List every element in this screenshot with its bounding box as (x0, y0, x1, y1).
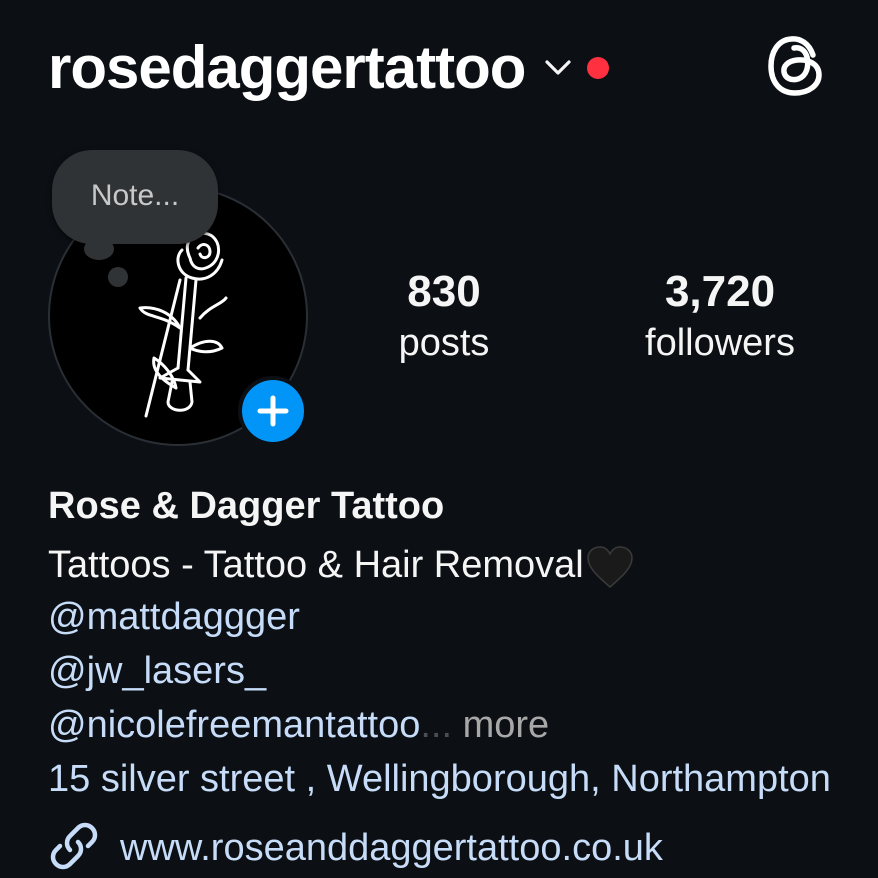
mention-link-3[interactable]: @nicolefreemantattoo (48, 704, 420, 746)
followers-count: 3,720 (664, 267, 776, 316)
note-tail-dot-small (108, 267, 128, 287)
posts-stat[interactable]: 830 posts (376, 267, 512, 364)
username-switcher[interactable]: rosedaggertattoo (48, 38, 526, 98)
mention-link-2[interactable]: @jw_lasers_ (48, 644, 878, 698)
bio-mention-line-3: @nicolefreemantattoo... more (48, 698, 878, 752)
followers-label: followers (645, 322, 795, 364)
chevron-down-icon[interactable] (543, 53, 573, 83)
mention-link-1[interactable]: @mattdaggger (48, 590, 878, 644)
note-placeholder: Note... (90, 179, 180, 212)
more-button[interactable]: more (463, 704, 550, 746)
black-heart-icon (586, 546, 633, 588)
bio-category-text: Tattoos - Tattoo & Hair Removal (48, 544, 584, 586)
link-icon (48, 820, 100, 877)
profile-header: rosedaggertattoo (48, 28, 610, 108)
plus-icon (242, 380, 304, 442)
note-tail-dot-large (84, 238, 114, 260)
website-link[interactable]: www.roseanddaggertattoo.co.uk (120, 827, 663, 870)
address-link[interactable]: 15 silver street , Wellingborough, North… (48, 752, 878, 806)
notification-dot (587, 57, 610, 79)
posts-count: 830 (407, 267, 481, 316)
followers-stat[interactable]: 3,720 followers (620, 267, 820, 364)
website-row[interactable]: www.roseanddaggertattoo.co.uk (48, 820, 663, 877)
bio-ellipsis: ... (420, 704, 453, 746)
posts-label: posts (398, 322, 490, 364)
note-bubble-body[interactable]: Note... (52, 150, 218, 244)
bio-category-line: Tattoos - Tattoo & Hair Removal (48, 538, 878, 592)
display-name: Rose & Dagger Tattoo (48, 485, 445, 527)
add-story-button[interactable] (238, 376, 308, 446)
bio-section: Rose & Dagger Tattoo Tattoos - Tattoo & … (48, 484, 878, 806)
note-bubble[interactable]: Note... (52, 150, 218, 244)
threads-icon[interactable] (764, 32, 832, 100)
